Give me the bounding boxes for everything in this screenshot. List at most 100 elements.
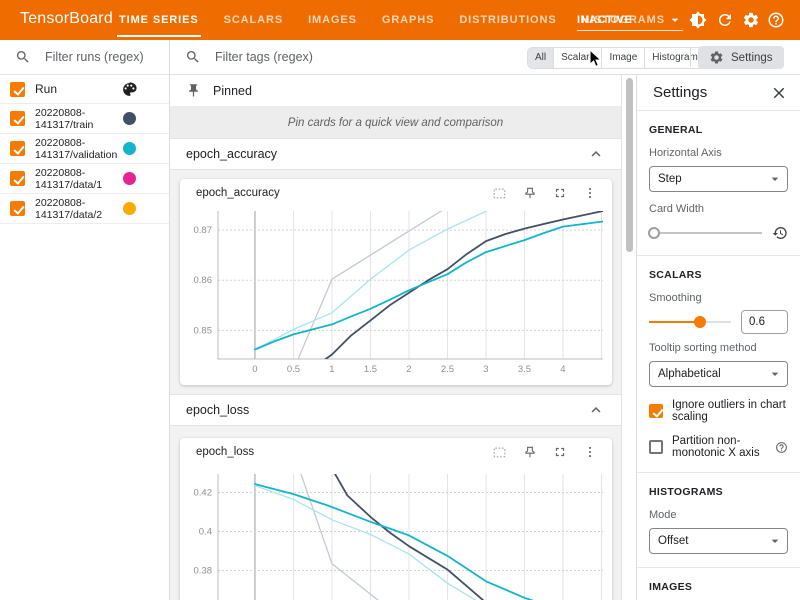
refresh-icon[interactable]: [716, 11, 734, 29]
slider-knob[interactable]: [694, 316, 706, 328]
run-filter-bar: [0, 40, 169, 75]
filter-chip-all[interactable]: All: [528, 48, 554, 68]
chevron-down-icon: [767, 171, 783, 187]
run-row-train[interactable]: 20220808-141317/train: [0, 104, 169, 134]
brightness-icon[interactable]: [689, 11, 707, 29]
help-icon[interactable]: [775, 441, 788, 454]
palette-icon[interactable]: [121, 81, 138, 98]
card-width-row: [649, 224, 788, 242]
run-filter-input[interactable]: [43, 49, 162, 65]
card-actions: [492, 186, 597, 201]
section-body-loss: epoch_loss 00.511.522.533.540.360.380.40…: [170, 426, 621, 600]
reset-icon[interactable]: [772, 225, 788, 241]
tag-filter-input[interactable]: [213, 49, 417, 65]
general-heading: GENERAL: [649, 124, 788, 136]
settings-panel-body: GENERAL Horizontal Axis Step Card Width …: [637, 124, 800, 600]
fullscreen-icon[interactable]: [553, 445, 567, 459]
tab-scalars[interactable]: SCALARS: [224, 0, 283, 40]
svg-text:0.5: 0.5: [287, 364, 300, 375]
card-header: epoch_accuracy: [180, 179, 612, 207]
pin-icon[interactable]: [523, 186, 537, 200]
runs-sidebar: Run 20220808-141317/train 20220808-14131…: [0, 40, 170, 600]
svg-text:2.5: 2.5: [441, 364, 454, 375]
settings-button[interactable]: Settings: [698, 46, 784, 69]
reload-status-value: INACTIVE: [577, 14, 632, 26]
card-title: epoch_loss: [196, 446, 254, 458]
run-checkbox[interactable]: [10, 201, 25, 216]
toolbar-divider: [690, 47, 691, 67]
tab-images[interactable]: IMAGES: [308, 0, 357, 40]
tooltip-sorting-select[interactable]: Alphabetical: [649, 361, 788, 387]
smoothing-input[interactable]: 0.6: [741, 310, 788, 334]
svg-text:0.38: 0.38: [194, 566, 213, 577]
app-logo: TensorBoard: [20, 10, 113, 28]
chevron-down-icon: [767, 366, 783, 382]
section-title: epoch_accuracy: [186, 147, 277, 161]
histogram-mode-select[interactable]: Offset: [649, 528, 788, 554]
ignore-outliers-checkbox[interactable]: [649, 404, 663, 418]
pinned-title: Pinned: [213, 84, 252, 98]
scalars-heading: SCALARS: [649, 269, 788, 281]
smoothing-row: 0.6: [649, 313, 788, 331]
filter-chip-histogram[interactable]: Histogram: [645, 48, 705, 68]
more-options-icon[interactable]: [583, 186, 597, 200]
chevron-down-icon: [667, 12, 683, 28]
pin-empty-notice: Pin cards for a quick view and compariso…: [170, 107, 621, 139]
run-checkbox[interactable]: [10, 141, 25, 156]
chevron-up-icon[interactable]: [587, 401, 605, 419]
filter-chip-image[interactable]: Image: [602, 48, 645, 68]
settings-panel-header: Settings: [637, 75, 800, 111]
tab-time-series[interactable]: TIME SERIES: [119, 0, 199, 40]
divider: [637, 255, 800, 256]
epoch-accuracy-chart[interactable]: 00.511.522.533.540.850.860.87: [180, 207, 612, 385]
scrollbar-thumb[interactable]: [626, 78, 633, 252]
smoothing-slider[interactable]: [649, 313, 731, 331]
partition-x-axis-row[interactable]: Partition non-monotonic X axis: [649, 435, 788, 459]
fit-to-data-icon[interactable]: [492, 445, 507, 460]
reload-status-select[interactable]: INACTIVE: [577, 9, 683, 31]
scalar-card-epoch-accuracy: epoch_accuracy 00.511.522.533.540.850.86…: [180, 179, 612, 385]
epoch-loss-chart[interactable]: 00.511.522.533.540.360.380.40.42: [180, 466, 612, 600]
section-header-epoch-accuracy[interactable]: epoch_accuracy: [170, 139, 621, 170]
run-row-data2[interactable]: 20220808-141317/data/2: [0, 194, 169, 224]
svg-text:0: 0: [252, 364, 257, 375]
tag-type-filter-group: All Scalars Image Histogram: [527, 47, 706, 69]
partition-x-axis-checkbox[interactable]: [649, 440, 663, 454]
svg-text:0.86: 0.86: [194, 275, 213, 286]
horizontal-axis-value: Step: [658, 173, 682, 185]
more-options-icon[interactable]: [583, 445, 597, 459]
tooltip-sorting-value: Alphabetical: [658, 368, 721, 380]
card-width-label: Card Width: [649, 203, 788, 215]
pinned-header: Pinned: [170, 75, 621, 107]
tag-toolbar: All Scalars Image Histogram Settings: [170, 40, 800, 75]
run-checkbox[interactable]: [10, 171, 25, 186]
card-width-slider[interactable]: [649, 224, 762, 242]
help-icon[interactable]: [767, 11, 785, 29]
run-row-data1[interactable]: 20220808-141317/data/1: [0, 164, 169, 194]
section-header-epoch-loss[interactable]: epoch_loss: [170, 394, 621, 426]
svg-text:4: 4: [560, 364, 565, 375]
cards-area: Pinned Pin cards for a quick view and co…: [170, 75, 622, 600]
run-select-all-checkbox[interactable]: [10, 82, 25, 97]
tab-graphs[interactable]: GRAPHS: [382, 0, 434, 40]
fit-to-data-icon[interactable]: [492, 186, 507, 201]
chevron-up-icon[interactable]: [587, 145, 605, 163]
svg-text:0.85: 0.85: [194, 325, 213, 336]
run-checkbox[interactable]: [10, 111, 25, 126]
svg-text:1.5: 1.5: [364, 364, 377, 375]
ignore-outliers-row[interactable]: Ignore outliers in chart scaling: [649, 399, 788, 423]
smoothing-label: Smoothing: [649, 292, 788, 304]
run-row-validation[interactable]: 20220808-141317/validation: [0, 134, 169, 164]
close-icon[interactable]: [770, 84, 788, 102]
fullscreen-icon[interactable]: [553, 186, 567, 200]
pin-icon[interactable]: [523, 445, 537, 459]
run-color-dot: [123, 142, 136, 155]
gear-icon[interactable]: [742, 11, 760, 29]
slider-knob[interactable]: [648, 227, 660, 239]
tab-distributions[interactable]: DISTRIBUTIONS: [459, 0, 556, 40]
run-label: 20220808-141317/train: [35, 107, 123, 131]
horizontal-axis-select[interactable]: Step: [649, 166, 788, 192]
search-icon: [15, 49, 31, 65]
svg-text:2: 2: [406, 364, 411, 375]
section-body-accuracy: epoch_accuracy 00.511.522.533.540.850.86…: [170, 170, 621, 394]
